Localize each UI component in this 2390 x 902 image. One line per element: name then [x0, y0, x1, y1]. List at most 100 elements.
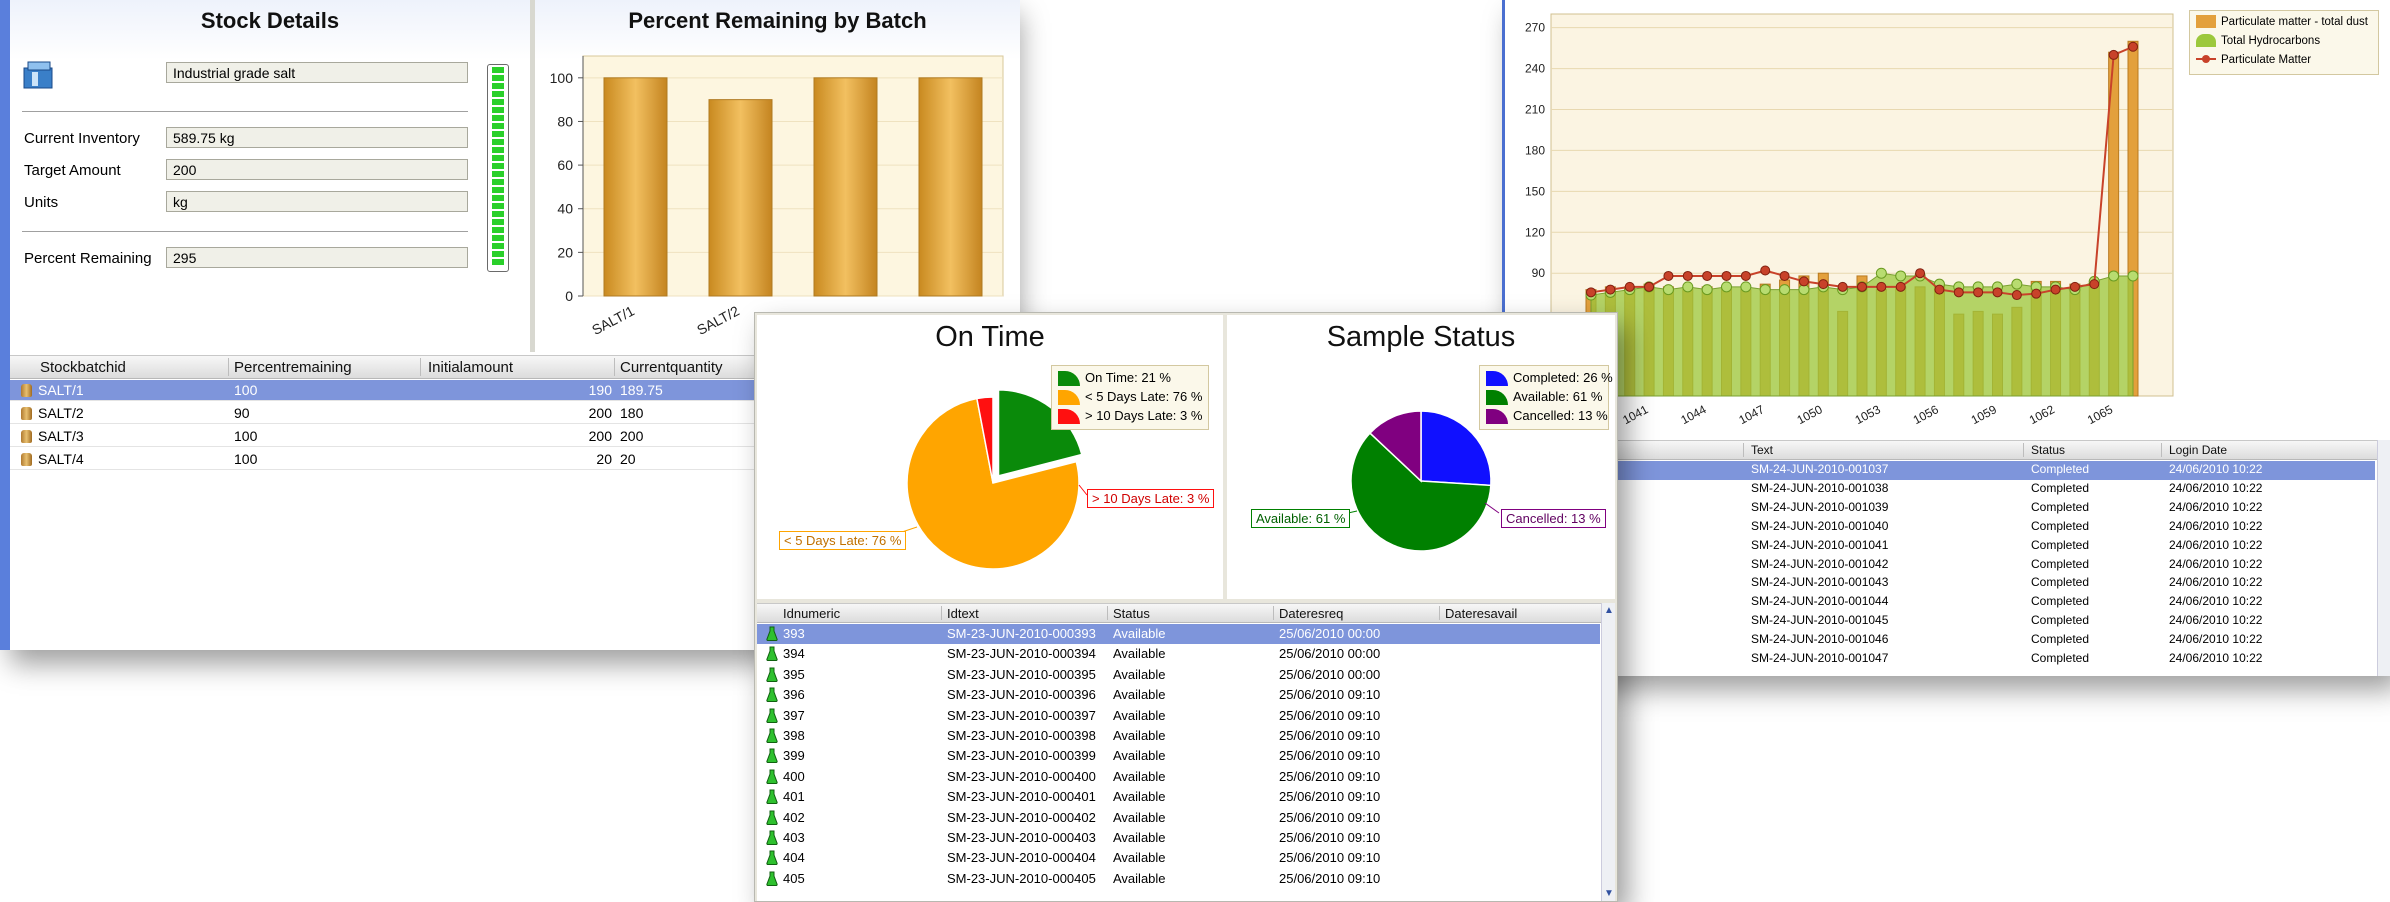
table-row[interactable]: 396 SM-23-JUN-2010-000396 Available 25/06/2… — [757, 685, 1600, 705]
cell-currentquantity: 200 — [620, 428, 644, 444]
divider — [22, 111, 468, 112]
column-header-percentremaining[interactable]: Percentremaining — [234, 359, 352, 376]
column-header-currentquantity[interactable]: Currentquantity — [620, 359, 723, 376]
column-header-dateresreq[interactable]: Dateresreq — [1279, 606, 1343, 621]
table-row[interactable]: SM-24-JUN-2010-001041 Completed 24/06/2010… — [1505, 537, 2375, 556]
flask-icon — [766, 687, 778, 703]
table-row[interactable]: 404 SM-23-JUN-2010-000404 Available 25/06/2… — [757, 848, 1600, 868]
cell-status: Available — [1113, 830, 1166, 845]
table-row[interactable]: 395 SM-23-JUN-2010-000395 Available 25/06/2… — [757, 665, 1600, 685]
column-header-login-date[interactable]: Login Date — [2169, 443, 2227, 457]
y-tick-label: 270 — [1525, 21, 1545, 35]
table-row[interactable]: SALT/1 100 190 189.75 — [10, 380, 754, 401]
material-field[interactable]: Industrial grade salt — [166, 62, 468, 83]
column-header-status[interactable]: Status — [1113, 606, 1150, 621]
divider — [22, 231, 468, 232]
cell-initialamount: 190 — [588, 382, 612, 398]
current-inventory-field[interactable]: 589.75 kg — [166, 127, 468, 148]
particulate-point — [2031, 288, 2042, 299]
legend-item-cancelled: Cancelled: 13 % — [1486, 407, 1608, 426]
cell-text: SM-24-JUN-2010-001037 — [1751, 462, 1889, 476]
cell-stockbatchid: SALT/3 — [38, 428, 84, 444]
x-tick-label: SALT/2 — [694, 302, 742, 338]
column-header-initialamount[interactable]: Initialamount — [428, 359, 513, 376]
scroll-up-icon[interactable]: ▲ — [1604, 605, 1614, 616]
table-row[interactable]: SM-24-JUN-2010-001043 Completed 24/06/2010… — [1505, 574, 2375, 593]
table-row[interactable]: SM-24-JUN-2010-001039 Completed 24/06/2010… — [1505, 499, 2375, 518]
column-header-idnumeric[interactable]: Idnumeric — [783, 606, 840, 621]
table-row[interactable]: 397 SM-23-JUN-2010-000397 Available 25/06/2… — [757, 706, 1600, 726]
particulate-point — [1721, 270, 1732, 281]
table-row[interactable]: 398 SM-23-JUN-2010-000398 Available 25/06/2… — [757, 726, 1600, 746]
x-tick-label: 1065 — [2085, 402, 2115, 427]
callout-10-days-late: > 10 Days Late: 3 % — [1087, 489, 1215, 508]
percent-remaining-label: Percent Remaining — [24, 250, 152, 267]
vertical-scrollbar[interactable]: ▲ ▼ — [1601, 603, 1615, 901]
table-row[interactable]: 399 SM-23-JUN-2010-000399 Available 25/06/2… — [757, 746, 1600, 766]
bar-swatch-icon — [2196, 15, 2216, 29]
table-row[interactable]: 402 SM-23-JUN-2010-000402 Available 25/06/2… — [757, 808, 1600, 828]
table-row[interactable]: 405 SM-23-JUN-2010-000405 Available 25/06/2… — [757, 869, 1600, 889]
y-tick-label: 240 — [1525, 62, 1545, 76]
table-row[interactable]: SM-24-JUN-2010-001042 Completed 24/06/2010… — [1505, 556, 2375, 575]
area-swatch-icon — [2196, 34, 2216, 48]
table-row[interactable]: SALT/2 90 200 180 — [10, 403, 754, 424]
target-amount-field[interactable]: 200 — [166, 159, 468, 180]
pie-swatch-icon — [1058, 371, 1080, 387]
flask-icon — [766, 708, 778, 723]
column-header-status[interactable]: Status — [2031, 443, 2065, 457]
flask-icon — [766, 667, 778, 682]
vertical-scrollbar[interactable] — [2377, 440, 2390, 676]
on-time-pie — [886, 389, 1088, 570]
table-row[interactable]: SM-24-JUN-2010-001038 Completed 24/06/2010… — [1505, 480, 2375, 499]
table-row[interactable]: SALT/4 100 20 20 — [10, 449, 754, 470]
column-header-idtext[interactable]: Idtext — [947, 606, 979, 621]
cell-idtext: SM-23-JUN-2010-000398 — [947, 728, 1096, 743]
cell-dateresreq: 25/06/2010 09:10 — [1279, 870, 1381, 886]
table-row[interactable]: 394 SM-23-JUN-2010-000394 Available 25/06/2… — [757, 644, 1600, 664]
table-row[interactable]: SALT/3 100 200 200 — [10, 426, 754, 447]
cell-status: Available — [1113, 666, 1166, 682]
column-header-dateresavail[interactable]: Dateresavail — [1445, 606, 1517, 621]
gauge-fill — [492, 67, 504, 267]
units-field[interactable]: kg — [166, 191, 468, 212]
table-row[interactable]: 400 SM-23-JUN-2010-000400 Available 25/06/2… — [757, 767, 1600, 787]
cell-login-date: 24/06/2010 10:22 — [2169, 632, 2263, 647]
cell-status: Completed — [2031, 480, 2090, 495]
hydrocarbons-point — [2108, 270, 2120, 282]
percent-remaining-field[interactable]: 295 — [166, 247, 468, 268]
bar-SALT/3 — [813, 77, 878, 297]
particulate-point — [1605, 284, 1616, 295]
sample-status-pie — [1338, 410, 1500, 552]
cell-text: SM-24-JUN-2010-001040 — [1751, 518, 1889, 533]
table-row[interactable]: 401 SM-23-JUN-2010-000401 Available 25/06/2… — [757, 787, 1600, 807]
table-row[interactable]: SM-24-JUN-2010-001037 Completed 24/06/2010… — [1505, 461, 2375, 480]
cell-status: Available — [1113, 707, 1166, 723]
table-row[interactable]: SM-24-JUN-2010-001045 Completed 24/06/2010… — [1505, 612, 2375, 631]
hydrocarbons-point — [1682, 281, 1694, 293]
table-row[interactable]: SM-24-JUN-2010-001047 Completed 24/06/2010… — [1505, 650, 2375, 669]
legend-item-particulate: Particulate Matter — [2196, 52, 2372, 71]
table-row[interactable]: SM-24-JUN-2010-001044 Completed 24/06/2010… — [1505, 593, 2375, 612]
flask-icon — [766, 728, 778, 743]
stock-details-title: Stock Details — [200, 8, 340, 33]
scroll-down-icon[interactable]: ▼ — [1604, 888, 1614, 899]
y-tick-label: 120 — [1525, 225, 1545, 239]
cell-idnumeric: 404 — [783, 850, 805, 866]
cell-status: Available — [1113, 850, 1166, 866]
table-row[interactable]: 403 SM-23-JUN-2010-000403 Available 25/06/2… — [757, 828, 1600, 848]
column-header-stockbatchid[interactable]: Stockbatchid — [40, 359, 126, 376]
cell-currentquantity: 189.75 — [620, 382, 663, 398]
cell-idnumeric: 394 — [783, 646, 805, 662]
table-row[interactable]: SM-24-JUN-2010-001046 Completed 24/06/2010… — [1505, 631, 2375, 650]
hydrocarbons-point — [1759, 284, 1771, 296]
cell-stockbatchid: SALT/4 — [38, 451, 84, 467]
cell-dateresreq: 25/06/2010 09:10 — [1279, 768, 1381, 784]
table-row[interactable]: 393 SM-23-JUN-2010-000393 Available 25/06/2… — [757, 624, 1600, 645]
samples-grid: Idnumeric Idtext Status Dateresreq Dater… — [757, 603, 1615, 901]
flask-icon — [766, 646, 778, 662]
cell-idtext: SM-23-JUN-2010-000399 — [947, 748, 1096, 764]
particulate-point — [1779, 270, 1790, 281]
table-row[interactable]: SM-24-JUN-2010-001040 Completed 24/06/2010… — [1505, 518, 2375, 537]
column-header-text[interactable]: Text — [1751, 443, 1773, 457]
